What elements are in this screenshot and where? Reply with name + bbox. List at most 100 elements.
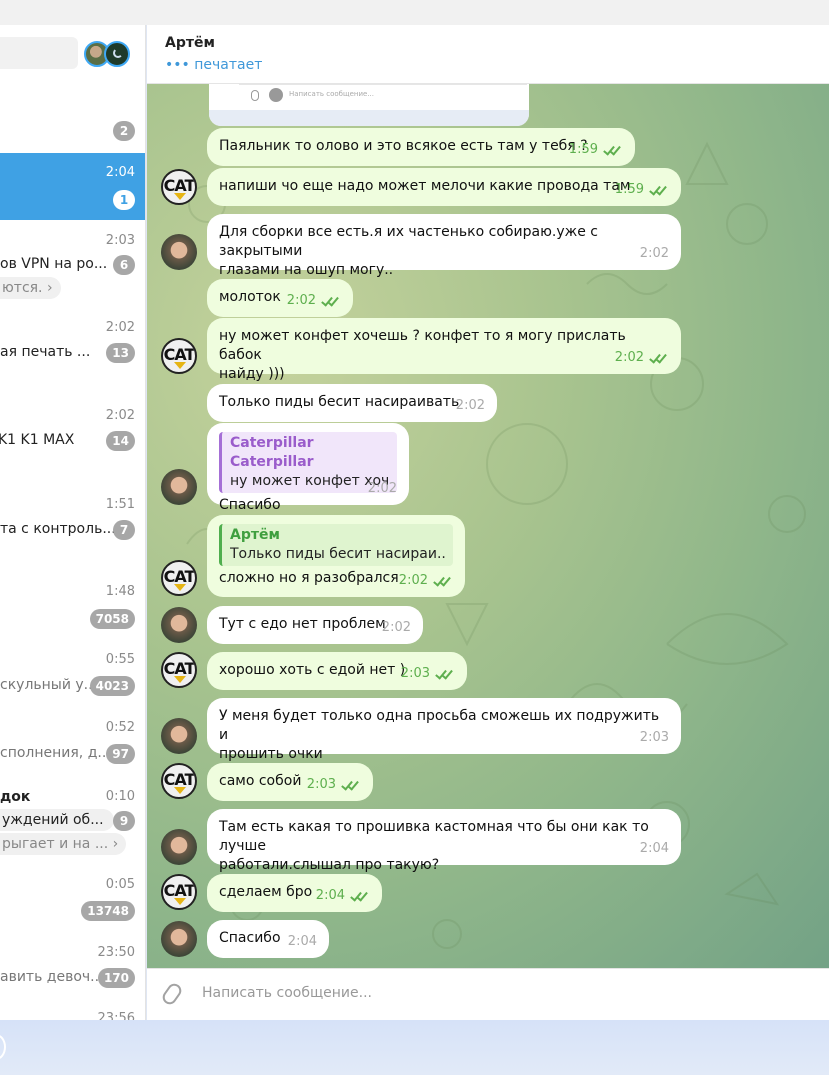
- outgoing-message-reply[interactable]: Артём Только пиды бесит насираи... сложн…: [207, 515, 465, 597]
- chat-time: 23:56: [97, 1011, 135, 1020]
- incoming-message[interactable]: Тут с едо нет проблем 2:02: [207, 606, 423, 644]
- chat-list-item[interactable]: 23:50 авить девоч... 170: [0, 943, 145, 993]
- unread-badge: 14: [106, 431, 135, 451]
- message-time: 2:03: [400, 666, 430, 681]
- attach-paperclip-icon[interactable]: [159, 980, 185, 1008]
- sender-avatar-cat[interactable]: CAT: [161, 763, 197, 799]
- sender-avatar-cat[interactable]: CAT: [161, 652, 197, 688]
- avatar: [269, 88, 283, 102]
- outgoing-message[interactable]: напиши чо еще надо может мелочи какие пр…: [207, 168, 681, 206]
- chat-list-item[interactable]: 0:52 сполнения, д... 97: [0, 715, 145, 765]
- sender-avatar-cat[interactable]: CAT: [161, 338, 197, 374]
- chat-preview: скульный у...: [0, 677, 98, 693]
- chat-time: 0:05: [105, 877, 135, 892]
- incoming-message-reply[interactable]: Caterpillar Caterpillar ну может конфет …: [207, 423, 409, 513]
- unread-badge: 9: [113, 811, 135, 831]
- message-meta: 2:04: [640, 839, 669, 858]
- incoming-message[interactable]: Там есть какая то прошивка кастомная что…: [207, 809, 681, 873]
- sender-avatar-artem[interactable]: [161, 718, 197, 754]
- chat-list-item[interactable]: 0:05 13748: [0, 875, 145, 925]
- chat-preview: K1 K1 MAX: [0, 432, 75, 448]
- message-time: 2:02: [398, 573, 428, 588]
- cat-logo-triangle: [174, 584, 186, 591]
- sender-avatar-cat[interactable]: CAT: [161, 169, 197, 205]
- read-ticks-icon: [341, 777, 361, 791]
- chat-preview: ая печать ...: [0, 344, 91, 360]
- window-top-bar: [0, 0, 829, 25]
- account-avatar-secondary[interactable]: [104, 41, 130, 67]
- cat-logo-triangle: [174, 787, 186, 794]
- chat-list-item[interactable]: 23:56: [0, 1009, 145, 1020]
- chat-list-item[interactable]: 2:02 K1 K1 MAX 14: [0, 403, 145, 463]
- message-text: ну может конфет хочешь ? конфет то я мог…: [219, 328, 626, 382]
- incoming-message[interactable]: Только пиды бесит насираивать 2:02: [207, 384, 497, 422]
- chat-list-item[interactable]: 2:03 ов VPN на ро... 6 ются. ›: [0, 225, 145, 305]
- outgoing-message[interactable]: молоток 2:02: [207, 279, 353, 317]
- message-input[interactable]: Написать сообщение...: [202, 985, 372, 1001]
- chat-time: 2:02: [105, 320, 135, 335]
- pill-text: ются.: [2, 280, 43, 296]
- outgoing-message[interactable]: хорошо хоть с едой нет ) 2:03: [207, 652, 467, 690]
- moon-icon: [113, 48, 123, 58]
- search-input[interactable]: [0, 37, 78, 69]
- unread-badge: 7058: [89, 609, 135, 629]
- message-composer[interactable]: Написать сообщение...: [147, 968, 829, 1020]
- message-time: 2:03: [639, 730, 669, 745]
- cat-logo-triangle: [174, 898, 186, 905]
- chat-list-item[interactable]: 1:51 та с контроль... 7: [0, 493, 145, 553]
- sender-avatar-cat[interactable]: CAT: [161, 874, 197, 910]
- incoming-message[interactable]: Для сборки все есть.я их частенько собир…: [207, 214, 681, 278]
- chat-list-item[interactable]: 1:48 7058: [0, 581, 145, 631]
- outgoing-message[interactable]: Паяльник то олово и это всякое есть там …: [207, 128, 635, 166]
- read-ticks-icon: [649, 182, 669, 196]
- cat-logo-triangle: [174, 362, 186, 369]
- reply-text: Только пиды бесит насираи...: [230, 546, 445, 562]
- message-meta: 2:03: [307, 775, 361, 794]
- chat-time: 0:55: [105, 652, 135, 667]
- typing-status: ••• печатает: [165, 57, 263, 73]
- outgoing-message[interactable]: сделаем бро 2:04: [207, 874, 382, 912]
- chat-time: 2:04: [105, 165, 135, 180]
- chat-list-item[interactable]: 0:10 док уждений об... 9 рыгает и на ...…: [0, 787, 145, 867]
- chat-list-item[interactable]: 2:02 ая печать ... 13: [0, 315, 145, 375]
- unread-badge: 4023: [89, 676, 135, 696]
- message-time: 2:02: [455, 398, 485, 413]
- chat-time: 1:51: [105, 497, 135, 512]
- message-text: Только пиды бесит насираивать: [219, 394, 460, 410]
- message-meta: 2:02: [615, 348, 669, 367]
- message-time: 2:02: [286, 293, 316, 308]
- reply-quote[interactable]: Артём Только пиды бесит насираи...: [219, 524, 453, 566]
- sender-avatar-artem[interactable]: [161, 234, 197, 270]
- sender-avatar-cat[interactable]: CAT: [161, 560, 197, 596]
- chat-preview: сполнения, д...: [0, 745, 111, 761]
- outgoing-message[interactable]: само собой 2:03: [207, 763, 373, 801]
- chat-header[interactable]: Артём ••• печатает: [147, 25, 829, 84]
- sender-avatar-artem[interactable]: [161, 829, 197, 865]
- message-time: 2:02: [367, 481, 397, 496]
- sender-avatar-artem[interactable]: [161, 921, 197, 957]
- message-area[interactable]: Написать сообщение... Паяльник то олово …: [147, 84, 829, 968]
- chat-list-item[interactable]: 2: [0, 117, 145, 147]
- incoming-message[interactable]: У меня будет только одна просьба сможешь…: [207, 698, 681, 762]
- unread-badge: 13: [106, 343, 135, 363]
- outgoing-message[interactable]: ну может конфет хочешь ? конфет то я мог…: [207, 318, 681, 382]
- unread-badge: 97: [106, 744, 135, 764]
- unread-badge: 2: [113, 121, 135, 141]
- paperclip-icon: [251, 90, 259, 101]
- message-time: 1:59: [614, 182, 644, 197]
- snippet-strip: [209, 110, 529, 126]
- pill-text: рыгает и на ...: [2, 836, 109, 852]
- chat-list-item[interactable]: 0:55 скульный у... 4023: [0, 647, 145, 697]
- chat-time: 23:50: [97, 945, 135, 960]
- message-meta: 2:04: [288, 932, 317, 951]
- sender-avatar-artem[interactable]: [161, 607, 197, 643]
- message-meta: 2:02: [640, 244, 669, 263]
- message-time: 2:02: [639, 246, 669, 261]
- chat-preview-pill: ются. ›: [0, 277, 61, 299]
- chat-list-item-selected[interactable]: 2:04 1: [0, 153, 145, 220]
- previous-message-snippet: Написать сообщение...: [209, 84, 529, 126]
- read-ticks-icon: [350, 888, 370, 902]
- incoming-message[interactable]: Спасибо 2:04: [207, 920, 329, 958]
- sender-avatar-artem[interactable]: [161, 469, 197, 505]
- message-time: 2:03: [306, 777, 336, 792]
